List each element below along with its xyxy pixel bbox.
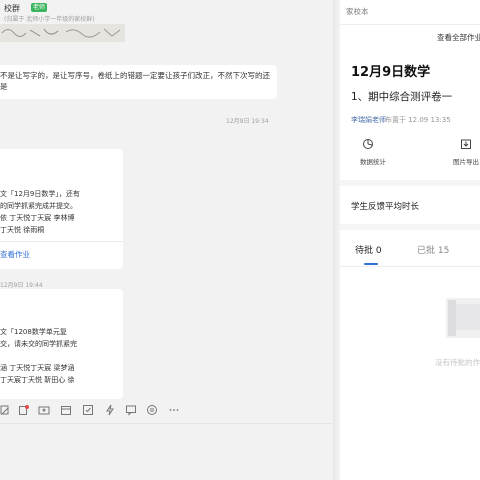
message-timestamp: 12月9日 19:44 xyxy=(0,282,43,289)
chat-pane: 校群 老师 (归属于 北师小学一年级的家校群) 不是让写字的，是让写序号，卷纸上… xyxy=(0,0,333,480)
download-icon[interactable] xyxy=(460,138,472,150)
view-homework-link[interactable]: 查看作业 xyxy=(0,249,30,260)
chat-icon[interactable] xyxy=(125,404,137,416)
empty-book-icon xyxy=(446,298,480,338)
export-image-button[interactable]: 图片导出 xyxy=(453,156,479,166)
card-text-line: 依 丁天悦丁天宸 李林博 xyxy=(0,214,75,222)
homework-card[interactable]: 文「1208数学单元复 交，请未交的同学抓紧完 涵 丁天悦丁天宸 梁梦涵 丁天宸… xyxy=(0,289,123,399)
swap-icon[interactable] xyxy=(146,404,158,416)
edit-icon[interactable] xyxy=(82,404,94,416)
card-text-line: 文「1208数学单元复 xyxy=(0,328,67,336)
tab-pending[interactable]: 待批 0 xyxy=(355,243,382,256)
calendar-icon[interactable] xyxy=(60,404,72,416)
card-divider xyxy=(0,241,123,242)
image-preview-strip[interactable] xyxy=(0,24,125,42)
composer-divider xyxy=(0,423,333,424)
more-icon[interactable] xyxy=(168,404,180,416)
clip-icon[interactable] xyxy=(0,404,12,416)
card-text-line: 交，请未交的同学抓紧完 xyxy=(0,340,77,348)
active-tab-indicator xyxy=(364,263,378,265)
app-window: 校群 老师 (归属于 北师小学一年级的家校群) 不是让写字的，是让写序号，卷纸上… xyxy=(0,0,480,480)
tab-graded[interactable]: 已批 15 xyxy=(417,243,449,256)
assigned-time: 布置于 12.09 13:35 xyxy=(385,116,451,124)
tab-divider xyxy=(340,266,480,267)
card-text-line: 涵 丁天悦丁天宸 梁梦涵 xyxy=(0,364,75,372)
empty-state-text: 没有待批的作业 xyxy=(435,358,480,367)
pie-chart-icon[interactable] xyxy=(362,138,374,150)
homework-title: 12月9日数学 xyxy=(351,65,431,80)
input-toolbar xyxy=(0,402,333,420)
message-line: 是 xyxy=(0,82,8,91)
upload-icon[interactable] xyxy=(38,404,50,416)
message-line: 不是让写字的，是让写序号，卷纸上的错题一定要让孩子们改正，不然下次写的还 xyxy=(0,71,270,80)
homework-card[interactable]: 文「12月9日数学」，还有 的同学抓紧完成并提交。 依 丁天悦丁天宸 李林博 丁… xyxy=(0,149,123,269)
record-icon[interactable] xyxy=(18,404,30,416)
group-subtitle: (归属于 北师小学一年级的家校群) xyxy=(4,16,95,23)
data-stats-button[interactable]: 数据统计 xyxy=(360,156,386,166)
teacher-name[interactable]: 李瑞娟老师 xyxy=(351,115,386,125)
group-name[interactable]: 校群 xyxy=(4,3,20,14)
tab-graded-count: 15 xyxy=(437,246,450,256)
group-badge: 老师 xyxy=(31,3,48,12)
feedback-duration-label[interactable]: 学生反馈平均时长 xyxy=(351,200,419,212)
tab-pending-label: 待批 xyxy=(355,246,374,256)
chat-header: 校群 老师 (归属于 北师小学一年级的家校群) xyxy=(0,0,333,42)
flash-icon[interactable] xyxy=(104,404,116,416)
tab-pending-count: 0 xyxy=(375,246,382,256)
panel-app-name: 家校本 xyxy=(346,7,369,16)
card-text-line: 丁天悦 徐雨桐 xyxy=(0,226,45,234)
homework-detail-panel: 家校本 查看全部作业 12月9日数学 1、期中综合测评卷一 李瑞娟老师 布置于 … xyxy=(340,0,480,480)
panel-header-divider xyxy=(340,24,480,25)
card-text-line: 文「12月9日数学」，还有 xyxy=(0,190,80,198)
panel-shadow xyxy=(333,0,340,480)
card-text-line: 的同学抓紧完成并提交。 xyxy=(0,202,77,210)
message-bubble[interactable]: 不是让写字的，是让写序号，卷纸上的错题一定要让孩子们改正，不然下次写的还 是 xyxy=(0,65,277,99)
tab-graded-label: 已批 xyxy=(417,246,436,256)
homework-subtitle: 1、期中综合测评卷一 xyxy=(351,91,453,103)
section-separator xyxy=(340,180,480,186)
message-timestamp: 12月9日 19:34 xyxy=(226,118,269,125)
card-text-line: 丁天宸丁天悦 靳田心 徐 xyxy=(0,376,75,384)
view-all-homework-link[interactable]: 查看全部作业 xyxy=(437,32,480,43)
section-separator xyxy=(340,224,480,230)
